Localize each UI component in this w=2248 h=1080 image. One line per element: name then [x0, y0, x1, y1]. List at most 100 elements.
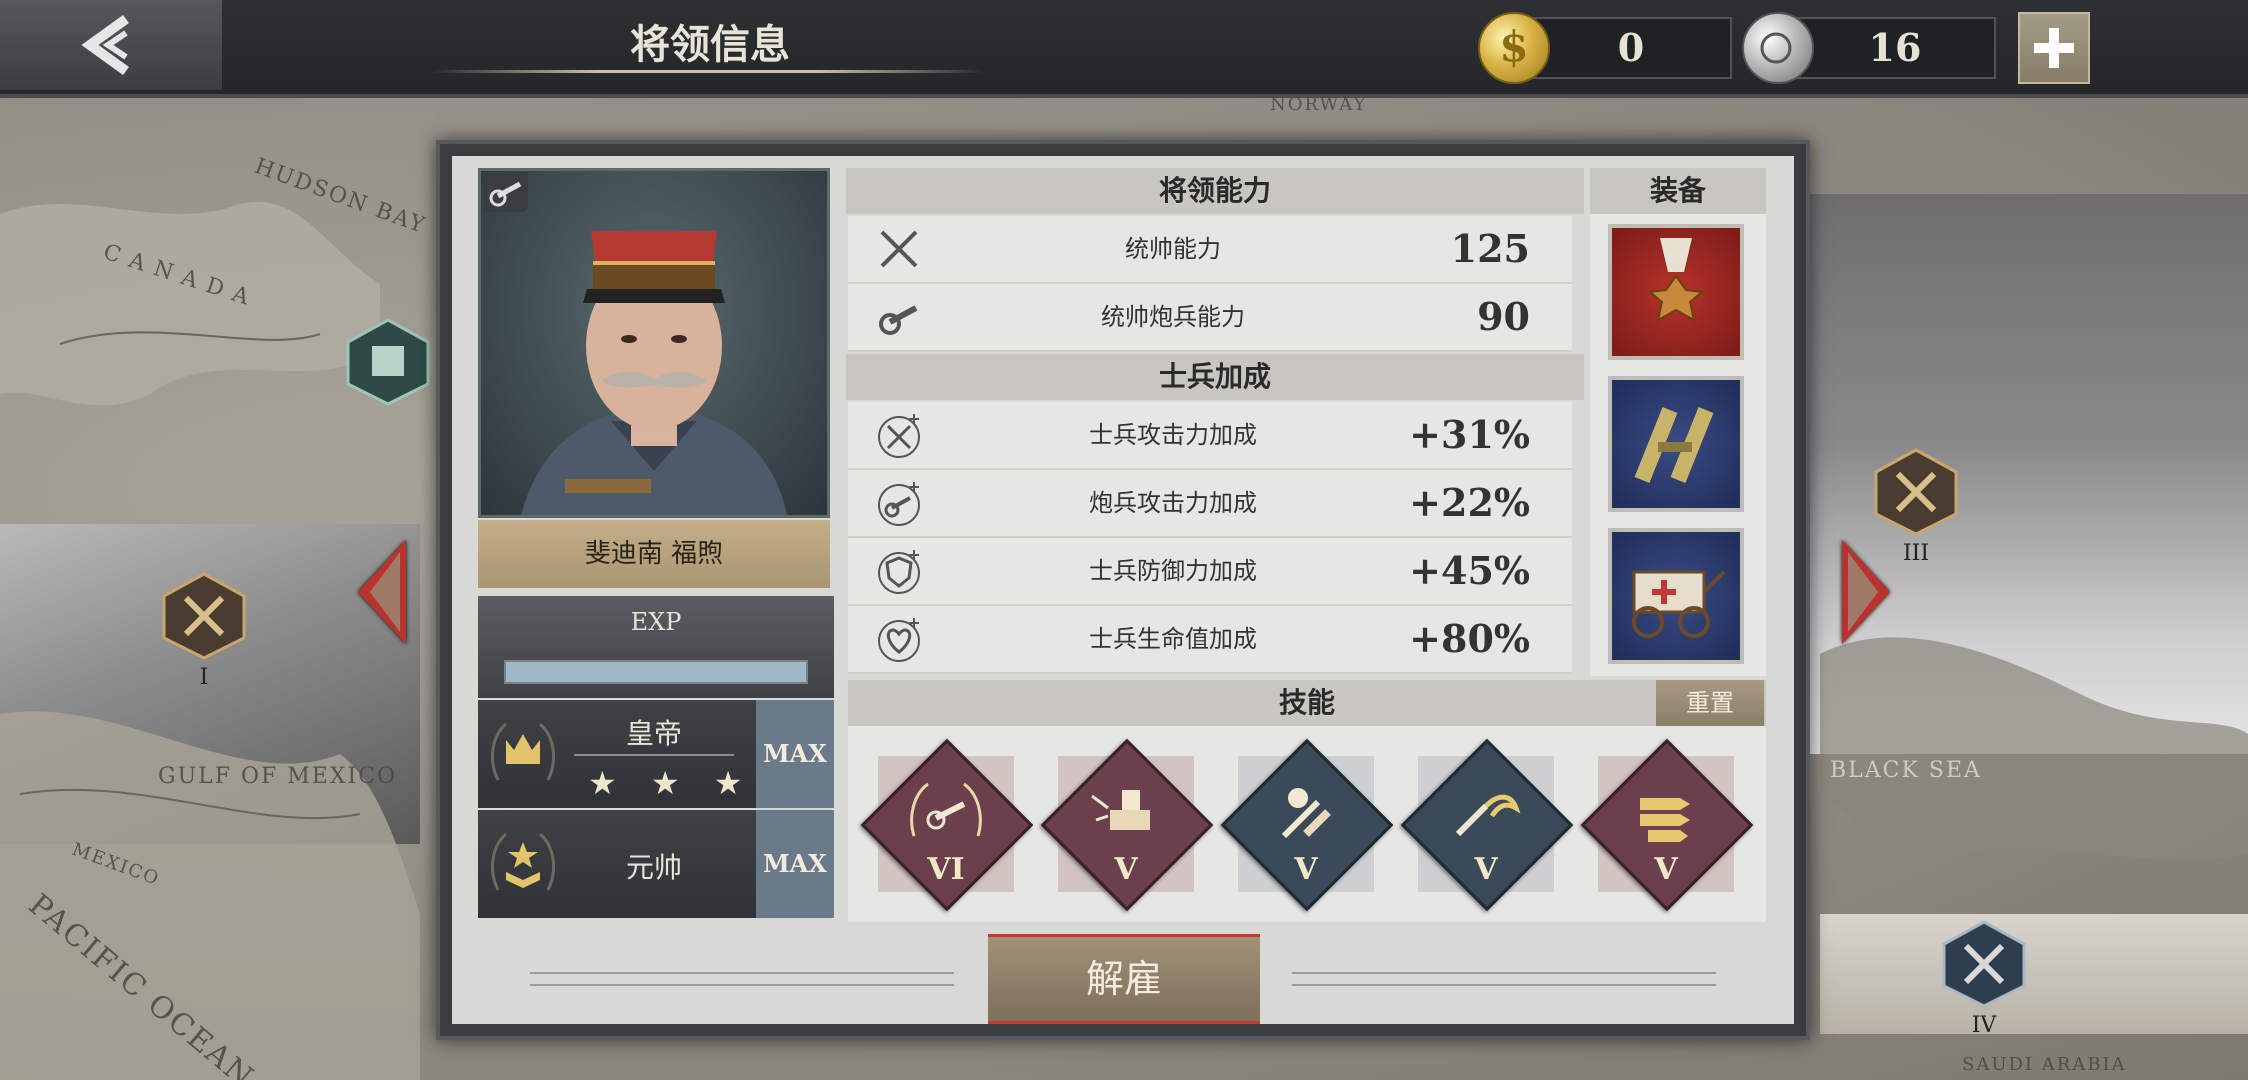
cannon-icon — [879, 305, 918, 335]
bonus-label: 士兵生命值加成 — [1089, 625, 1257, 653]
crown-icon — [478, 700, 568, 808]
back-chevron-icon — [81, 15, 129, 75]
ability-value: 90 — [1477, 294, 1530, 339]
rank-divider — [574, 754, 734, 756]
previous-general-arrow[interactable] — [358, 540, 406, 644]
cannon-icon — [489, 181, 522, 207]
skill-slot-1[interactable]: VI — [860, 738, 1034, 912]
crossed-rifles-icon — [1874, 448, 1958, 536]
general-name: 斐迪南 福煦 — [478, 520, 830, 588]
bonus-row-artillery: 炮兵攻击力加成 +22% — [848, 470, 1572, 538]
shield-plus-icon — [878, 550, 920, 594]
book-node[interactable] — [344, 318, 432, 406]
cannon-plus-icon — [878, 482, 920, 526]
map-label-saudi-arabia: SAUDI ARABIA — [1962, 1054, 2127, 1075]
book-icon — [346, 318, 430, 406]
bonus-value: +31% — [1409, 412, 1530, 457]
skill-level: VI — [927, 852, 965, 887]
exp-label: EXP — [630, 608, 682, 636]
bonus-value: +45% — [1409, 548, 1530, 593]
exp-bar-fill — [506, 662, 806, 682]
silver-amount: 16 — [1794, 17, 1996, 79]
skill-level: V — [1654, 852, 1678, 887]
bonus-label: 炮兵攻击力加成 — [1089, 489, 1257, 517]
map-label-gulf-of-mexico: GULF OF MEXICO — [158, 764, 398, 789]
title-rank-name: 皇帝 — [625, 717, 682, 750]
military-rank-name: 元帅 — [625, 851, 682, 884]
bonus-row-defense: 士兵防御力加成 +45% — [848, 538, 1572, 606]
skills-header: 技能 — [848, 680, 1766, 726]
medal-coin-icon — [1742, 12, 1814, 84]
bonus-value: +22% — [1409, 480, 1530, 525]
ambulance-cart-icon — [1632, 570, 1726, 638]
equipment-slot-binoculars[interactable] — [1608, 376, 1744, 512]
skill-level: V — [1294, 852, 1318, 887]
exp-section: EXP — [478, 596, 834, 698]
skill-slot-5[interactable]: V — [1580, 738, 1754, 912]
bandage-knife-icon — [1281, 788, 1331, 839]
back-button[interactable] — [0, 0, 222, 90]
battle-node-4[interactable]: IV — [1940, 920, 2028, 1038]
binoculars-icon — [1634, 407, 1714, 483]
fortress-blast-icon — [1091, 790, 1150, 830]
title-underline — [432, 70, 984, 73]
ability-row-command: 统帅能力 125 — [848, 216, 1572, 284]
general-portrait — [478, 168, 830, 518]
skill-slot-3[interactable]: V — [1220, 738, 1394, 912]
title-rank-row: 皇帝 ★ ★ ★ MAX — [478, 700, 834, 808]
bonus-row-attack: 士兵攻击力加成 +31% — [848, 402, 1572, 470]
reset-skills-button[interactable]: 重置 — [1656, 680, 1764, 726]
map-label-black-sea: BLACK SEA — [1830, 758, 1982, 783]
ability-value: 125 — [1450, 226, 1530, 271]
bonus-value: +80% — [1409, 616, 1530, 661]
bonus-label: 士兵防御力加成 — [1089, 557, 1257, 585]
decorative-line-left — [530, 972, 954, 974]
abilities-header: 将领能力 — [846, 168, 1584, 214]
add-currency-button[interactable] — [2018, 12, 2090, 84]
crossed-rifles-icon — [1942, 920, 2026, 1008]
top-bar: 将领信息 0 $ 16 — [0, 0, 2248, 98]
battle-node-1-label: I — [199, 665, 209, 690]
battle-node-3[interactable]: III — [1872, 448, 1960, 566]
decorative-line-left-2 — [530, 984, 954, 986]
page-title: 将领信息 — [630, 21, 790, 68]
equipment-slot-ambulance[interactable] — [1608, 528, 1744, 664]
gold-coin-symbol: $ — [1499, 22, 1529, 71]
decorative-line-right-2 — [1292, 984, 1716, 986]
general-portrait-image — [521, 231, 787, 515]
battle-node-1[interactable]: I — [160, 572, 248, 690]
medal-emblem-icon — [1760, 32, 1792, 64]
decorative-line-right — [1292, 972, 1716, 974]
crossed-swords-icon — [880, 230, 918, 268]
battle-node-4-label: IV — [1971, 1013, 1997, 1038]
shells-icon — [1640, 798, 1690, 842]
title-stars: ★ ★ ★ — [588, 764, 755, 802]
next-general-arrow[interactable] — [1842, 540, 1890, 644]
exp-bar — [504, 660, 808, 684]
laurel-cannon-icon — [910, 782, 982, 837]
artillery-unit-icon — [484, 172, 528, 212]
heart-plus-icon — [878, 618, 920, 662]
bonuses-header: 士兵加成 — [846, 354, 1584, 400]
ability-label: 统帅能力 — [1125, 235, 1221, 263]
ability-label: 统帅炮兵能力 — [1101, 303, 1245, 331]
title-max-badge: MAX — [756, 700, 834, 808]
dismiss-general-button[interactable]: 解雇 — [988, 934, 1260, 1024]
skill-level: V — [1114, 852, 1138, 887]
skill-slot-2[interactable]: V — [1040, 738, 1214, 912]
swords-plus-icon — [878, 414, 920, 458]
bonus-row-health: 士兵生命值加成 +80% — [848, 606, 1572, 674]
bonus-label: 士兵攻击力加成 — [1089, 421, 1257, 449]
iron-cross-medal-icon — [1647, 238, 1705, 322]
equipment-header: 装备 — [1590, 168, 1766, 214]
ability-row-artillery: 统帅炮兵能力 90 — [848, 284, 1572, 352]
knife-sickle-icon — [1455, 794, 1521, 837]
crossed-rifles-icon — [162, 572, 246, 660]
skill-level: V — [1474, 852, 1498, 887]
gold-amount: 0 — [1530, 17, 1732, 79]
gold-coin-icon: $ — [1478, 12, 1550, 84]
equipment-slot-medal[interactable] — [1608, 224, 1744, 360]
skill-slot-4[interactable]: V — [1400, 738, 1574, 912]
military-rank-row: 元帅 MAX — [478, 810, 834, 918]
marshal-insignia-icon — [478, 810, 568, 918]
